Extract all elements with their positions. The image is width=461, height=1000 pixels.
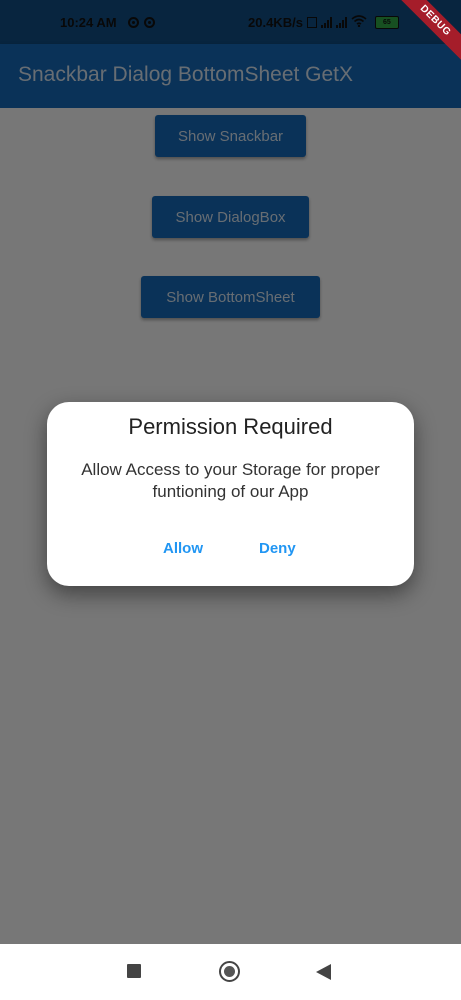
dialog-title: Permission Required	[128, 414, 333, 439]
dialog-message: Allow Access to your Storage for proper …	[81, 460, 380, 501]
recent-apps-icon[interactable]	[127, 964, 141, 978]
deny-button[interactable]: Deny	[259, 540, 296, 557]
permission-dialog: Permission Required Allow Access to your…	[47, 402, 414, 586]
allow-button[interactable]: Allow	[163, 540, 203, 557]
back-icon[interactable]	[316, 964, 331, 980]
navigation-bar	[0, 944, 461, 1000]
home-icon[interactable]	[219, 961, 240, 982]
